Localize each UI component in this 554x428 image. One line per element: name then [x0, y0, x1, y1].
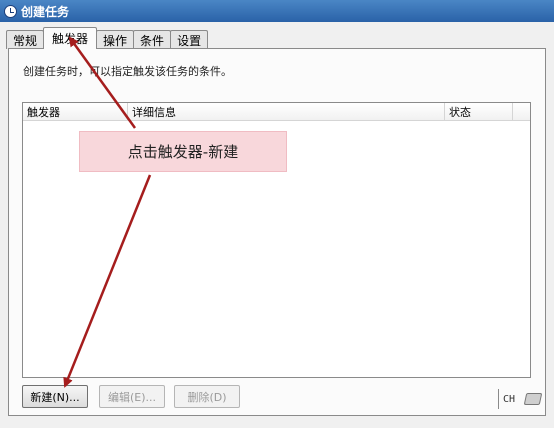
tab-settings[interactable]: 设置 — [170, 30, 209, 49]
tab-triggers[interactable]: 触发器 — [43, 27, 98, 49]
ime-separator — [498, 389, 499, 409]
tab-label: 触发器 — [52, 32, 89, 46]
annotation-callout: 点击触发器-新建 — [79, 131, 287, 172]
title-bar: 创建任务 — [0, 0, 554, 22]
tab-label: 设置 — [177, 33, 202, 48]
column-header-status[interactable]: 状态 — [445, 103, 513, 121]
list-header: 触发器 详细信息 状态 — [23, 103, 530, 121]
window-title: 创建任务 — [21, 4, 70, 19]
new-button[interactable]: 新建(N)... — [22, 385, 88, 408]
column-header-trigger[interactable]: 触发器 — [23, 103, 128, 121]
tab-conditions[interactable]: 条件 — [133, 30, 172, 49]
delete-button[interactable]: 删除(D) — [174, 385, 240, 408]
annotation-text: 点击触发器-新建 — [127, 143, 239, 161]
panel-description: 创建任务时，可以指定触发该任务的条件。 — [23, 65, 232, 78]
ime-indicator: CH — [498, 389, 543, 409]
column-header-details[interactable]: 详细信息 — [128, 103, 445, 121]
keyboard-icon[interactable] — [523, 393, 543, 405]
tab-label: 常规 — [13, 33, 38, 48]
tab-actions[interactable]: 操作 — [96, 30, 135, 49]
tab-general[interactable]: 常规 — [6, 30, 45, 49]
edit-button[interactable]: 编辑(E)... — [99, 385, 165, 408]
tab-label: 条件 — [140, 33, 165, 48]
triggers-panel: 创建任务时，可以指定触发该任务的条件。 触发器 详细信息 状态 新建(N)...… — [8, 48, 546, 416]
tab-label: 操作 — [103, 33, 128, 48]
tab-bar: 常规 触发器 操作 条件 设置 — [6, 27, 209, 49]
clock-icon — [4, 4, 17, 18]
ime-language[interactable]: CH — [503, 394, 515, 405]
